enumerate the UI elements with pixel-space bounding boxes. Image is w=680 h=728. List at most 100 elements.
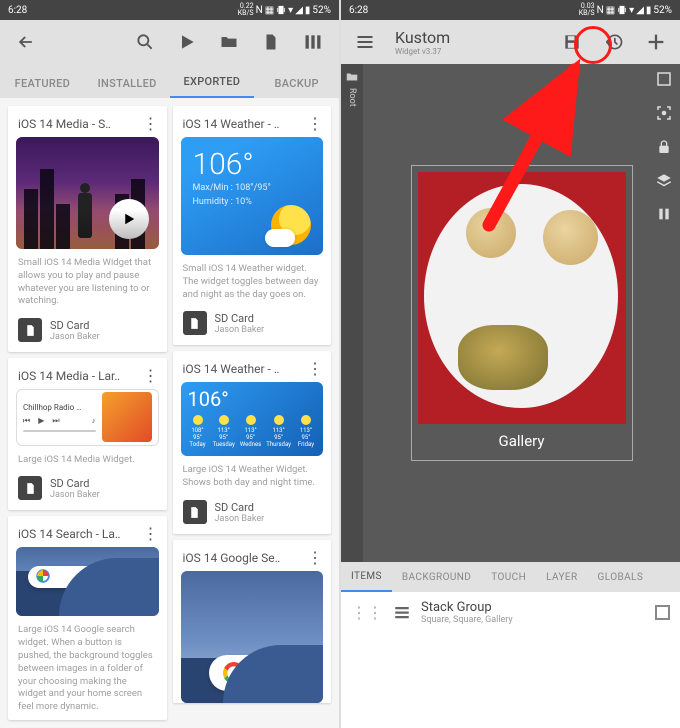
stack-icon — [393, 604, 411, 622]
tab-backup[interactable]: BACKUP — [254, 77, 339, 98]
google-pill — [209, 655, 309, 691]
signal-icon: ◢ — [295, 5, 303, 16]
tab-installed[interactable]: INSTALLED — [85, 77, 170, 98]
item-name: Stack Group — [421, 600, 645, 615]
sdcard-icon — [18, 476, 42, 500]
lock-icon[interactable] — [656, 138, 672, 156]
mic-icon — [277, 664, 295, 682]
tab-featured[interactable]: FEATURED — [0, 77, 85, 98]
screen-library: 6:28 0.22 KB/S N ▦ ▾ ◢ ▮ 52% FEATURED IN… — [0, 0, 339, 728]
overflow-icon[interactable]: ⋮ — [143, 366, 159, 385]
card-title: iOS 14 Search - La‥ — [18, 527, 143, 541]
status-bar: 6:28 0.03KB/S N▦ ▾◢▮52% — [341, 0, 680, 20]
search-pill: 🎤 — [28, 566, 128, 588]
widget-frame[interactable]: Gallery — [411, 165, 633, 461]
card-title: iOS 14 Weather - ‥ — [183, 117, 308, 131]
screen-editor: 6:28 0.03KB/S N▦ ▾◢▮52% Kustom Widget v3… — [341, 0, 680, 728]
tab-touch[interactable]: TOUCH — [481, 562, 536, 592]
item-checkbox[interactable] — [655, 605, 670, 620]
card-desc: Large iOS 14 Media Widget. — [8, 446, 167, 473]
card-title: iOS 14 Google Se‥ — [183, 551, 308, 565]
nfc-icon: N — [256, 5, 263, 16]
tab-items[interactable]: ITEMS — [341, 562, 392, 592]
sdcard-icon — [183, 311, 207, 335]
temperature: 106° — [193, 147, 312, 182]
sdcard-icon — [18, 318, 42, 342]
card-weather-small[interactable]: iOS 14 Weather - ‥ ⋮ 106° Max/Min : 108°… — [173, 106, 332, 345]
card-preview: 🎤 — [16, 547, 159, 616]
edit-area: Root Gallery — [341, 64, 680, 562]
card-preview: 106° 108°95°Today 113°95°Tuesday 113°95°… — [181, 382, 324, 456]
battery-icon: ▮ — [305, 5, 311, 16]
tab-layer[interactable]: LAYER — [536, 562, 587, 592]
vibrate-icon — [276, 5, 286, 15]
card-preview: 106° Max/Min : 108°/95° Humidity : 10% — [181, 137, 324, 255]
card-meta: SD CardJason Baker — [8, 314, 167, 352]
folder-icon — [345, 70, 359, 84]
sdcard-icon — [183, 500, 207, 524]
pause-icon[interactable] — [656, 206, 672, 222]
overflow-icon[interactable]: ⋮ — [307, 114, 323, 133]
card-preview — [16, 137, 159, 249]
clock: 6:28 — [349, 5, 368, 16]
card-preview: Chillhop Radio … ⏮▶⏭♪ — [16, 389, 159, 445]
nfc2-icon: ▦ — [265, 5, 274, 16]
stop-icon[interactable] — [655, 70, 673, 88]
hamburger-button[interactable] — [347, 24, 383, 60]
list-item[interactable]: ⋮⋮ Stack Group Square, Square, Gallery — [341, 592, 680, 633]
card-desc: Small iOS 14 Media Widget that allows yo… — [8, 249, 167, 314]
focus-icon[interactable] — [655, 104, 673, 122]
search-button[interactable] — [127, 24, 163, 60]
tab-exported[interactable]: EXPORTED — [170, 75, 255, 98]
save-button[interactable] — [554, 24, 590, 60]
toolbar — [0, 20, 339, 64]
google-icon — [223, 662, 245, 684]
drag-handle-icon[interactable]: ⋮⋮ — [351, 603, 383, 622]
card-weather-large[interactable]: iOS 14 Weather - ‥ ⋮ 106° 108°95°Today 1… — [173, 351, 332, 534]
columns-button[interactable] — [295, 24, 331, 60]
track-title: Chillhop Radio … — [23, 403, 96, 412]
file-button[interactable] — [253, 24, 289, 60]
overflow-icon[interactable]: ⋮ — [307, 359, 323, 378]
card-title: iOS 14 Weather - ‥ — [183, 362, 308, 376]
sun-icon — [271, 205, 311, 245]
layers-icon[interactable] — [655, 172, 673, 190]
history-button[interactable] — [596, 24, 632, 60]
editor-toolbar: Kustom Widget v3.37 — [341, 20, 680, 64]
gallery-label: Gallery — [499, 424, 545, 454]
item-sub: Square, Square, Gallery — [421, 615, 645, 625]
category-tabs: FEATURED INSTALLED EXPORTED BACKUP — [0, 64, 339, 98]
play-icon — [109, 199, 149, 239]
editor-tabs: ITEMS BACKGROUND TOUCH LAYER GLOBALS — [341, 562, 680, 592]
forecast-row: 108°95°Today 113°95°Tuesday 113°95°Wedne… — [188, 415, 317, 448]
media-controls: ⏮▶⏭♪ — [23, 416, 96, 426]
side-tab-left[interactable]: Root — [341, 64, 363, 562]
card-google-search[interactable]: iOS 14 Google Se‥ ⋮ — [173, 540, 332, 703]
card-desc: Small iOS 14 Weather widget. The widget … — [173, 255, 332, 307]
status-bar: 6:28 0.22 KB/S N ▦ ▾ ◢ ▮ 52% — [0, 0, 339, 20]
overflow-icon[interactable]: ⋮ — [143, 114, 159, 133]
play-store-button[interactable] — [169, 24, 205, 60]
card-desc: Large iOS 14 Weather Widget. Shows both … — [173, 456, 332, 496]
canvas[interactable]: Gallery — [363, 64, 680, 562]
cards-grid[interactable]: iOS 14 Media - S‥ ⋮ Small iOS 14 Media W… — [0, 98, 339, 728]
status-right: 0.22 KB/S N ▦ ▾ ◢ ▮ 52% — [238, 3, 331, 17]
overflow-icon[interactable]: ⋮ — [143, 524, 159, 543]
app-title: Kustom Widget v3.37 — [395, 28, 450, 56]
add-button[interactable] — [638, 24, 674, 60]
card-search[interactable]: iOS 14 Search - La‥ ⋮ 🎤 Large iOS 14 Goo… — [8, 516, 167, 720]
tab-background[interactable]: BACKGROUND — [392, 562, 481, 592]
card-media-small[interactable]: iOS 14 Media - S‥ ⋮ Small iOS 14 Media W… — [8, 106, 167, 352]
folder-button[interactable] — [211, 24, 247, 60]
clock: 6:28 — [8, 5, 27, 16]
gallery-image — [418, 172, 626, 424]
wifi-icon: ▾ — [288, 5, 293, 16]
overflow-icon[interactable]: ⋮ — [307, 548, 323, 567]
card-media-large[interactable]: iOS 14 Media - Lar‥ ⋮ Chillhop Radio … ⏮… — [8, 358, 167, 510]
battery-pct: 52% — [312, 5, 331, 16]
card-title: iOS 14 Media - Lar‥ — [18, 369, 143, 383]
tab-globals[interactable]: GLOBALS — [588, 562, 654, 592]
mic-icon: 🎤 — [109, 572, 120, 582]
back-button[interactable] — [8, 24, 44, 60]
items-list: ⋮⋮ Stack Group Square, Square, Gallery — [341, 592, 680, 728]
